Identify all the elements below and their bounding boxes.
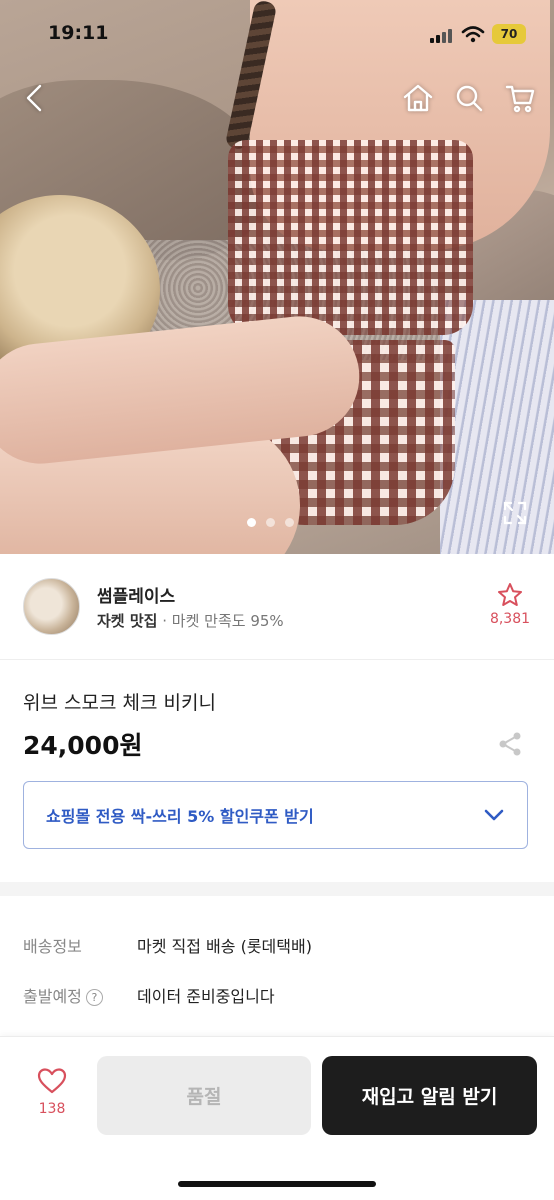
heart-icon [37, 1068, 67, 1094]
coupon-button[interactable]: 쇼핑몰 전용 싹-쓰리 5% 할인쿠폰 받기 [23, 781, 528, 849]
image-towel [440, 300, 554, 554]
image-pagination [247, 518, 294, 527]
restock-alert-button[interactable]: 재입고 알림 받기 [322, 1056, 537, 1135]
pagination-dot [285, 518, 294, 527]
seller-meta: 자켓 맛집 · 마켓 만족도 95% [97, 610, 284, 631]
section-divider [0, 882, 554, 896]
chevron-down-icon [483, 804, 505, 830]
search-icon[interactable] [451, 80, 487, 116]
share-icon[interactable] [497, 731, 523, 761]
home-indicator [178, 1181, 376, 1187]
image-swimsuit-top [228, 140, 473, 335]
back-icon[interactable] [16, 80, 52, 116]
pagination-dot [266, 518, 275, 527]
seller-tag: 자켓 맛집 [97, 612, 158, 630]
seller-avatar[interactable] [23, 578, 80, 635]
like-button[interactable]: 138 [30, 1067, 74, 1117]
seller-satisfaction: 마켓 만족도 95% [171, 612, 284, 630]
signal-icon [430, 27, 454, 43]
expand-icon[interactable] [502, 500, 528, 530]
help-icon[interactable]: ? [85, 989, 103, 1006]
shipping-value: 마켓 직접 배송 (롯데택배) [137, 937, 312, 956]
wifi-icon [461, 25, 485, 47]
status-bar: 19:11 70 [0, 0, 554, 70]
pagination-dot-active [247, 518, 256, 527]
departure-value: 데이터 준비중입니다 [137, 987, 275, 1006]
star-icon[interactable] [497, 582, 523, 612]
battery-indicator: 70 [492, 24, 526, 44]
cart-icon[interactable] [502, 80, 538, 116]
status-time: 19:11 [48, 22, 109, 44]
departure-label: 출발예정 [23, 987, 82, 1006]
seller-section[interactable]: 썸플레이스 자켓 맛집 · 마켓 만족도 95% 8,381 [0, 554, 554, 660]
soldout-button[interactable]: 품절 [97, 1056, 311, 1135]
like-count: 138 [38, 1101, 66, 1117]
seller-separator: · [162, 612, 167, 630]
departure-label-group: 출발예정? [23, 983, 103, 1007]
home-icon[interactable] [400, 80, 436, 116]
product-name: 위브 스모크 체크 비키니 [23, 692, 216, 714]
seller-name[interactable]: 썸플레이스 [97, 582, 175, 607]
coupon-label: 쇼핑몰 전용 싹-쓰리 5% 할인쿠폰 받기 [46, 807, 314, 826]
shipping-label: 배송정보 [23, 937, 82, 956]
product-price: 24,000원 [23, 731, 143, 760]
bottom-action-bar: 138 품절 재입고 알림 받기 [0, 1036, 554, 1200]
seller-favorite-count: 8,381 [489, 611, 531, 627]
